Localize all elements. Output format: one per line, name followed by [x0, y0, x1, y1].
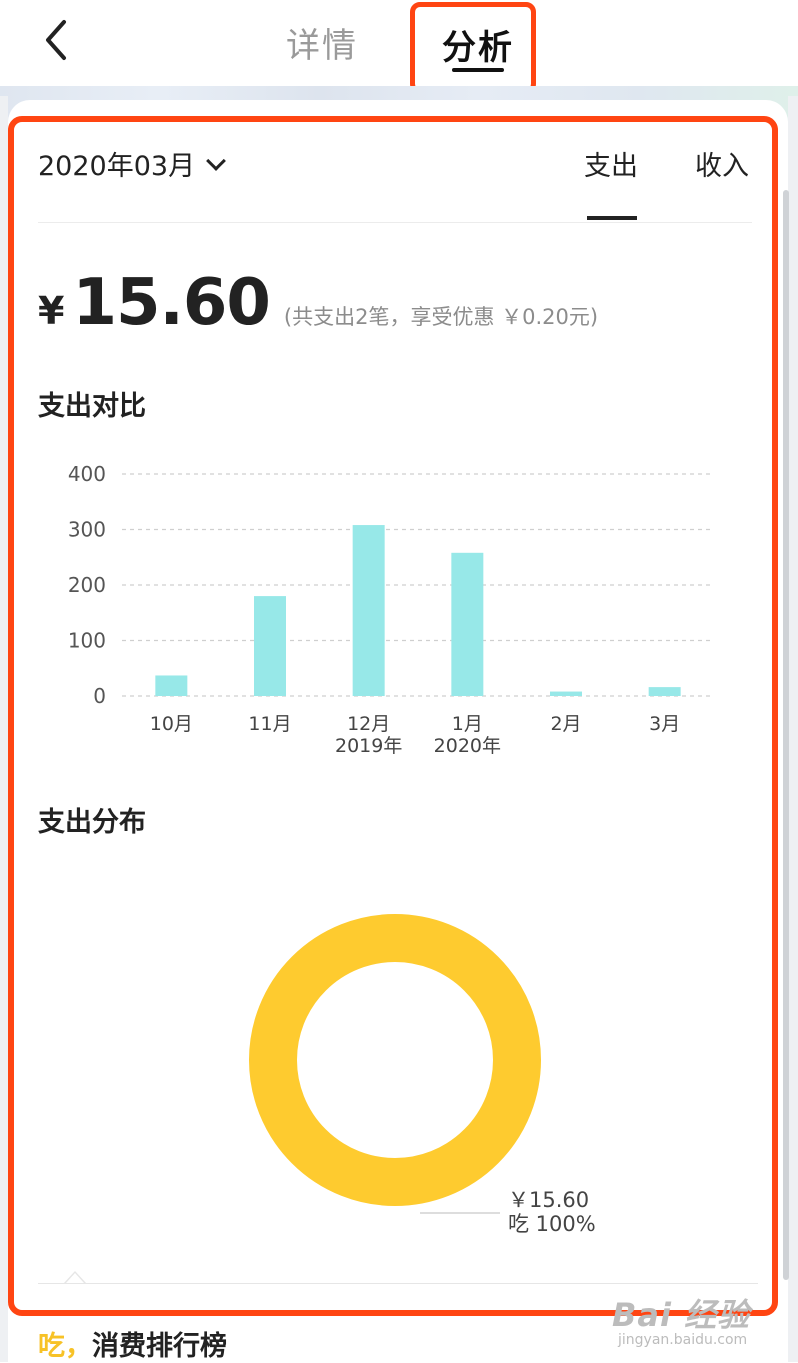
- scrollbar-thumb[interactable]: [783, 190, 789, 1280]
- x-tick-label: 2月: [550, 713, 581, 735]
- slice-amount: ￥15.60: [508, 1188, 590, 1212]
- analysis-tab-highlight: [410, 2, 536, 94]
- y-tick-label: 300: [68, 518, 106, 542]
- pointer-caret-inner: [66, 1273, 84, 1283]
- expense-distribution-donut: [249, 914, 541, 1206]
- bar[interactable]: [451, 552, 484, 696]
- bar[interactable]: [648, 687, 681, 696]
- bar[interactable]: [155, 675, 188, 696]
- month-selector[interactable]: 2020年03月: [38, 144, 226, 183]
- expense-comparison-chart: 0 100 200 300 400 10月 11月 12月2019年 1月2020年 2月 3月: [68, 462, 714, 757]
- watermark-logo: Bai 经验: [612, 1296, 751, 1334]
- baidu-jingyan-watermark: Bai 经验 jingyan.baidu.com: [612, 1290, 762, 1352]
- amount-note: (共支出2笔，享受优惠 ￥0.20元): [283, 305, 599, 329]
- tab-expense[interactable]: 支出: [584, 144, 638, 183]
- bar[interactable]: [254, 596, 286, 696]
- y-tick-label: 0: [93, 684, 106, 708]
- donut-slice-label: ￥15.60 吃 100%: [508, 1188, 596, 1236]
- comparison-title: 支出对比: [38, 391, 146, 422]
- distribution-title: 支出分布: [38, 807, 146, 838]
- donut-leader-line: [420, 1212, 500, 1214]
- ranking-category: 吃，: [38, 1331, 92, 1362]
- y-tick-label: 200: [68, 573, 106, 597]
- watermark-url: jingyan.baidu.com: [618, 1332, 748, 1348]
- x-tick-label: 1月: [452, 713, 483, 735]
- month-label: 2020年03月: [38, 151, 196, 182]
- x-tick-label: 3月: [649, 713, 680, 735]
- chevron-left-icon: [46, 20, 66, 60]
- slice-percent: 吃 100%: [508, 1212, 596, 1236]
- bar[interactable]: [550, 691, 582, 696]
- donut-slice[interactable]: [249, 914, 541, 1206]
- ranking-title: 吃，消费排行榜: [38, 1324, 227, 1363]
- y-tick-label: 100: [68, 629, 106, 653]
- currency-symbol: ¥: [38, 289, 65, 333]
- header-divider: [38, 222, 752, 223]
- y-tick-label: 400: [68, 462, 106, 486]
- card-edge-right: [788, 96, 798, 1362]
- x-tick-label: 12月: [347, 713, 390, 735]
- back-button[interactable]: [40, 18, 80, 62]
- expense-tab-indicator: [587, 216, 637, 220]
- section-divider: [38, 1283, 758, 1284]
- total-amount: ¥ 15.60 (共支出2笔，享受优惠 ￥0.20元): [38, 266, 598, 340]
- card-edge-left: [0, 96, 8, 1362]
- x-tick-label: 10月: [150, 713, 193, 735]
- tab-detail[interactable]: 详情: [286, 18, 358, 67]
- tab-income[interactable]: 收入: [695, 144, 749, 183]
- x-tick-label: 2020年: [434, 735, 501, 757]
- x-tick-label: 11月: [248, 713, 291, 735]
- amount-value: 15.60: [72, 266, 270, 340]
- bar[interactable]: [352, 525, 385, 696]
- x-tick-label: 2019年: [335, 735, 402, 757]
- ranking-label: 消费排行榜: [92, 1331, 227, 1362]
- chevron-down-icon: [206, 150, 226, 171]
- top-nav-bar: 详情 分析: [0, 0, 798, 96]
